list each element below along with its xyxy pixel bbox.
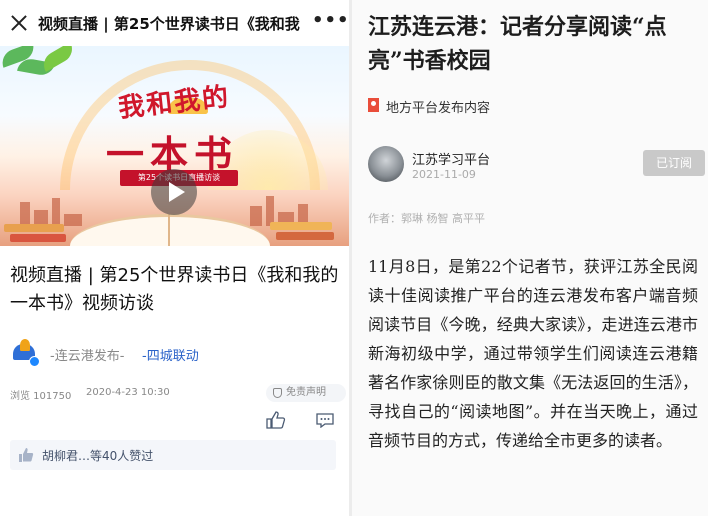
subscribed-button[interactable]: 已订阅	[643, 150, 705, 176]
bookmark-icon	[368, 98, 379, 112]
article-title: 视频直播 | 第25个世界读书日《我和我的一本书》视频访谈	[10, 265, 339, 314]
thumbs-up-icon[interactable]	[266, 411, 286, 429]
book-spine	[168, 214, 170, 246]
top-bar: 视频直播 | 第25个世界读书日《我和我的一本书》视频访谈 •••	[0, 0, 349, 46]
likes-text: 胡柳君…等40人赞过	[42, 449, 154, 463]
left-panel: 视频直播 | 第25个世界读书日《我和我的一本书》视频访谈 ••• 我和我的 一…	[0, 0, 349, 516]
shield-check-icon	[273, 388, 282, 398]
book-stack	[270, 222, 332, 230]
source-name[interactable]: -连云港发布-	[50, 345, 124, 364]
right-panel: 江苏连云港：记者分享阅读“点亮”书香校园 地方平台发布内容 江苏学习平台 202…	[352, 0, 708, 516]
leaf-decoration	[38, 46, 78, 73]
publish-date: 2020-4-23 10:30	[86, 387, 170, 398]
book-stack	[10, 234, 66, 242]
likes-summary[interactable]: 胡柳君…等40人赞过	[10, 440, 336, 470]
account-date: 2021-11-09	[412, 168, 476, 181]
close-icon[interactable]	[8, 12, 30, 34]
source-row: -连云港发布- -四城联动	[10, 338, 340, 368]
source-tag-link[interactable]: -四城联动	[142, 345, 199, 364]
article-headline: 江苏连云港：记者分享阅读“点亮”书香校园	[368, 14, 667, 74]
topbar-title: 视频直播 | 第25个世界读书日《我和我的一本书》视频访谈	[38, 15, 300, 33]
source-logo-icon[interactable]	[10, 338, 40, 368]
thumbs-up-icon	[18, 447, 34, 463]
book-stack	[276, 232, 334, 240]
more-options-button[interactable]: •••	[312, 10, 349, 34]
avatar[interactable]	[368, 146, 404, 182]
article-authors: 作者：郭琳 杨智 高平平	[368, 212, 485, 225]
platform-label: 地方平台发布内容	[386, 101, 491, 116]
platform-label-row: 地方平台发布内容	[368, 96, 568, 116]
view-count: 浏览 101750	[10, 391, 72, 402]
play-icon[interactable]	[151, 169, 197, 215]
meta-row: 浏览 101750 2020-4-23 10:30 免责声明	[10, 384, 346, 404]
account-name[interactable]: 江苏学习平台	[412, 149, 490, 168]
disclaimer-label: 免责声明	[286, 387, 326, 398]
book-stack	[4, 224, 64, 232]
comment-icon[interactable]	[316, 413, 334, 429]
article-body: 11月8日，是第22个记者节，获评江苏全民阅读十佳阅读推广平台的连云港发布客户端…	[368, 257, 698, 450]
video-banner[interactable]: 我和我的 一本书 第25个读书日直播访谈	[0, 46, 349, 246]
disclaimer-button[interactable]: 免责声明	[266, 384, 346, 402]
account-row: 江苏学习平台 2021-11-09 已订阅	[368, 144, 705, 186]
